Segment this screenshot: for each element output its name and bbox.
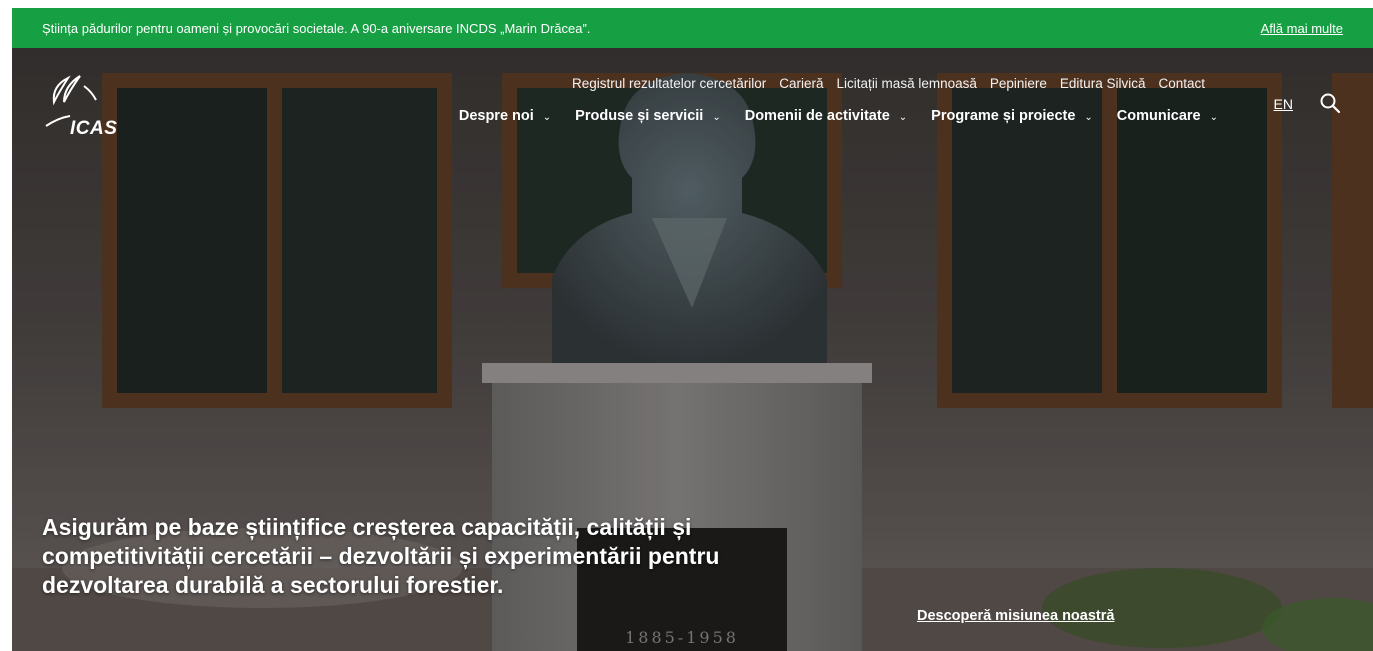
main-nav: Despre noi ⌄ Produse și servicii ⌄ Domen… (459, 108, 1218, 124)
util-nav-contact[interactable]: Contact (1158, 76, 1205, 91)
learn-more-link[interactable]: Află mai multe (1261, 21, 1343, 36)
nav-programs-projects[interactable]: Programe și proiecte ⌄ (931, 108, 1093, 124)
nav-about[interactable]: Despre noi ⌄ (459, 108, 551, 124)
util-nav-publishing[interactable]: Editura Silvică (1060, 76, 1146, 91)
util-nav-research-registry[interactable]: Registrul rezultatelor cercetărilor (572, 76, 766, 91)
nav-about-label: Despre noi (458, 108, 534, 124)
util-nav-timber-auctions[interactable]: Licitații masă lemnoasă (837, 76, 977, 91)
utility-nav: Registrul rezultatelor cercetărilor Cari… (572, 76, 1205, 91)
chevron-down-icon: ⌄ (1209, 111, 1218, 123)
language-switch[interactable]: EN (1274, 96, 1293, 112)
search-icon[interactable] (1319, 92, 1341, 114)
nav-domains-label: Domenii de activitate (744, 108, 890, 124)
chevron-down-icon: ⌄ (542, 111, 552, 123)
nav-activity-domains[interactable]: Domenii de activitate ⌄ (745, 108, 907, 124)
util-nav-nurseries[interactable]: Pepiniere (990, 76, 1047, 91)
chevron-down-icon: ⌄ (712, 111, 721, 123)
chevron-down-icon: ⌄ (1084, 111, 1093, 123)
nav-communication[interactable]: Comunicare ⌄ (1117, 108, 1218, 124)
announcement-text: Știința pădurilor pentru oameni și provo… (42, 20, 591, 36)
nav-programs-label: Programe și proiecte (931, 108, 1076, 124)
page-frame: Știința pădurilor pentru oameni și provo… (12, 8, 1373, 651)
nav-communication-label: Comunicare (1116, 108, 1201, 124)
hero-section: 1885-1958 ICAS Registrul rezultatelor ce… (12, 48, 1373, 651)
hero-headline: Asigurăm pe baze științifice creșterea c… (42, 514, 720, 598)
chevron-down-icon: ⌄ (898, 111, 908, 123)
nav-products-label: Produse și servicii (575, 108, 704, 124)
util-nav-careers[interactable]: Carieră (779, 76, 823, 91)
announcement-bar: Știința pădurilor pentru oameni și provo… (12, 8, 1373, 48)
nav-products-services[interactable]: Produse și servicii ⌄ (575, 108, 721, 124)
mission-link[interactable]: Descoperă misiunea noastră (917, 608, 1114, 624)
logo-text: ICAS (70, 118, 118, 139)
